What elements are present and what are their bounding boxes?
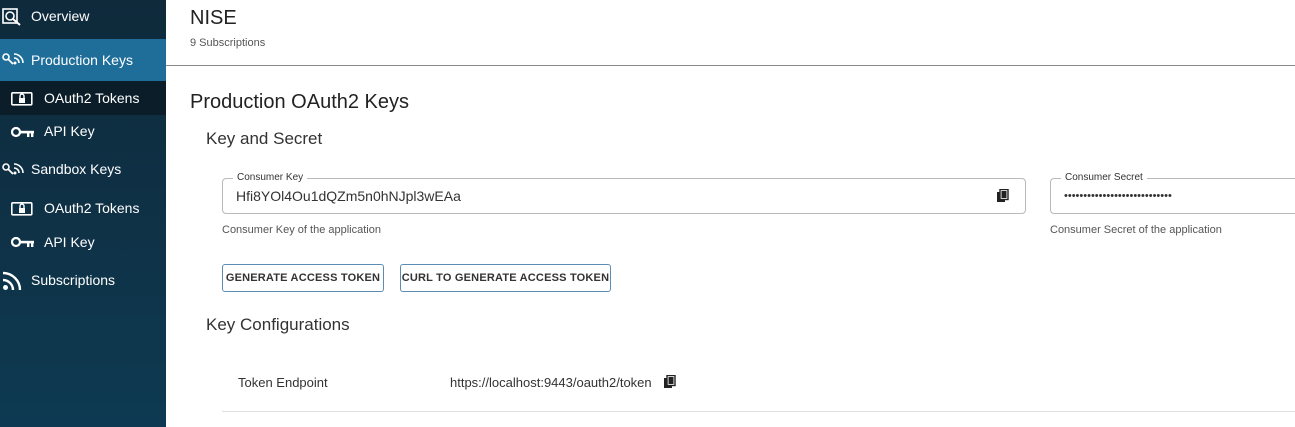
generate-access-token-button[interactable]: GENERATE ACCESS TOKEN [222, 264, 384, 292]
sidebar-item-production-api-key[interactable]: API Key [0, 115, 166, 149]
consumer-key-value: Hfi8YOl4Ou1dQZm5n0hNJpl3wEAa [236, 188, 461, 204]
lock-icon [11, 202, 33, 216]
header-divider [166, 65, 1295, 66]
sidebar-item-sandbox-keys[interactable]: Sandbox Keys [0, 153, 166, 187]
consumer-key-field[interactable]: Consumer Key Hfi8YOl4Ou1dQZm5n0hNJpl3wEA… [222, 172, 1026, 214]
keys-icon [2, 162, 24, 178]
keys-icon [2, 52, 24, 68]
sidebar-item-label: Sandbox Keys [31, 161, 122, 177]
key-icon [11, 236, 35, 248]
page-title: NISE [190, 7, 237, 29]
sidebar-item-production-oauth2-tokens[interactable]: OAuth2 Tokens [0, 81, 166, 115]
consumer-secret-field[interactable]: Consumer Secret ••••••••••••••••••••••••… [1050, 172, 1295, 214]
sidebar-item-overview[interactable]: Overview [0, 0, 166, 34]
sidebar-item-label: Production Keys [31, 52, 133, 68]
section-title: Production OAuth2 Keys [190, 91, 410, 113]
token-endpoint-label: Token Endpoint [238, 375, 328, 390]
sidebar-item-sandbox-oauth2-tokens[interactable]: OAuth2 Tokens [0, 191, 166, 225]
consumer-secret-value: •••••••••••••••••••••••••••• [1064, 190, 1172, 202]
consumer-key-helper: Consumer Key of the application [222, 224, 381, 236]
key-and-secret-heading: Key and Secret [206, 129, 323, 148]
consumer-key-label: Consumer Key [233, 172, 308, 183]
row-divider [222, 411, 1295, 412]
sidebar-item-subscriptions[interactable]: Subscriptions [0, 263, 166, 297]
copy-icon[interactable] [996, 188, 1010, 208]
lock-icon [11, 92, 33, 106]
sidebar-item-label: Overview [31, 8, 90, 24]
sidebar-item-production-keys[interactable]: Production Keys [0, 39, 166, 81]
sidebar-item-label: API Key [44, 123, 95, 139]
rss-icon [2, 271, 22, 291]
sidebar: Overview Production Keys OAuth2 Tokens A… [0, 0, 166, 427]
sidebar-item-label: OAuth2 Tokens [44, 200, 140, 216]
copy-icon[interactable] [663, 374, 677, 394]
key-icon [11, 126, 35, 138]
sidebar-item-label: API Key [44, 234, 95, 250]
consumer-secret-label: Consumer Secret [1061, 172, 1147, 183]
key-configurations-heading: Key Configurations [206, 315, 350, 334]
sidebar-item-label: Subscriptions [31, 272, 116, 288]
consumer-secret-helper: Consumer Secret of the application [1050, 224, 1222, 236]
subscription-count: 9 Subscriptions [190, 37, 266, 49]
overview-icon [2, 8, 22, 26]
token-endpoint-value: https://localhost:9443/oauth2/token [450, 375, 652, 390]
sidebar-item-sandbox-api-key[interactable]: API Key [0, 225, 166, 259]
curl-generate-access-token-button[interactable]: CURL TO GENERATE ACCESS TOKEN [400, 264, 611, 292]
sidebar-item-label: OAuth2 Tokens [44, 90, 140, 106]
